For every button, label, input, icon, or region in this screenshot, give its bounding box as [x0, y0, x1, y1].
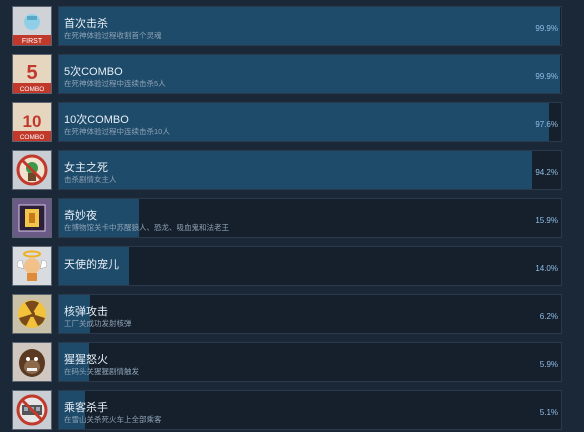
achievement-row[interactable]: 5 COMBO 5次COMBO 在死神体验过程中连续击杀5人 99.9% — [0, 50, 584, 96]
heroine-death-icon — [12, 150, 52, 190]
achievement-desc: 在死神体验过程中连续击杀5人 — [64, 79, 166, 88]
achievement-row[interactable]: FIRST 首次击杀 在死神体验过程收割首个灵魂 99.9% — [0, 2, 584, 48]
combo-5-label: COMBO — [20, 86, 45, 93]
achievement-title: 10次COMBO — [64, 114, 129, 126]
progress-fill — [59, 151, 532, 189]
achievement-desc: 在码头关猩猩剧情触发 — [64, 367, 139, 376]
first-kill-icon: FIRST — [12, 6, 52, 46]
achievement-percent: 15.9% — [535, 216, 558, 225]
achievement-percent: 97.6% — [535, 120, 558, 129]
achievement-percent: 99.9% — [535, 72, 558, 81]
achievement-row[interactable]: 核弹攻击 工厂关成功发射核弹 6.2% — [0, 290, 584, 336]
achievement-row[interactable]: 女主之死 击杀剧情女主人 94.2% — [0, 146, 584, 192]
achievement-percent: 5.1% — [539, 408, 558, 417]
combo-10-label: COMBO — [20, 134, 45, 141]
progress-bar — [58, 294, 562, 334]
achievement-list: FIRST 首次击杀 在死神体验过程收割首个灵魂 99.9% 5 COMBO 5… — [0, 0, 584, 430]
combo-5-number: 5 — [26, 62, 37, 84]
achievement-row[interactable]: 奇妙夜 在博物馆关卡中苏醒狼人、恐龙、吸血鬼和法老王 15.9% — [0, 194, 584, 240]
achievement-desc: 工厂关成功发射核弹 — [64, 319, 132, 328]
achievement-desc: 在死神体验过程收割首个灵魂 — [64, 31, 162, 40]
combo-10-number: 10 — [23, 112, 42, 131]
angel-darling-icon — [12, 246, 52, 286]
nuke-icon — [12, 294, 52, 334]
achievement-percent: 94.2% — [535, 168, 558, 177]
achievement-title: 乘客杀手 — [64, 402, 108, 414]
achievement-title: 女主之死 — [64, 162, 108, 174]
museum-night-icon — [12, 198, 52, 238]
combo-5-icon: 5 COMBO — [12, 54, 52, 94]
achievement-title: 5次COMBO — [64, 66, 123, 78]
achievement-title: 奇妙夜 — [64, 210, 97, 222]
progress-bar — [58, 150, 562, 190]
achievement-desc: 击杀剧情女主人 — [64, 175, 117, 184]
achievement-row[interactable]: 天使的宠儿 14.0% — [0, 242, 584, 288]
achievement-title: 首次击杀 — [64, 18, 108, 30]
achievement-percent: 14.0% — [535, 264, 558, 273]
achievement-desc: 在死神体验过程中连续击杀10人 — [64, 127, 170, 136]
achievement-desc: 在雪山关杀死火车上全部乘客 — [64, 415, 162, 424]
achievement-percent: 5.9% — [539, 360, 558, 369]
progress-bar — [58, 246, 562, 286]
achievement-title: 天使的宠儿 — [64, 259, 119, 271]
first-kill-icon-label: FIRST — [22, 38, 43, 45]
passenger-killer-icon — [12, 390, 52, 430]
achievement-title: 猩猩怒火 — [64, 354, 108, 366]
achievement-percent: 6.2% — [539, 312, 558, 321]
achievement-row[interactable]: 乘客杀手 在雪山关杀死火车上全部乘客 5.1% — [0, 386, 584, 432]
achievement-title: 核弹攻击 — [64, 306, 108, 318]
gorilla-rage-icon — [12, 342, 52, 382]
achievement-row[interactable]: 10 COMBO 10次COMBO 在死神体验过程中连续击杀10人 97.6% — [0, 98, 584, 144]
achievement-row[interactable]: 猩猩怒火 在码头关猩猩剧情触发 5.9% — [0, 338, 584, 384]
combo-10-icon: 10 COMBO — [12, 102, 52, 142]
achievement-percent: 99.9% — [535, 24, 558, 33]
achievement-desc: 在博物馆关卡中苏醒狼人、恐龙、吸血鬼和法老王 — [64, 223, 229, 232]
